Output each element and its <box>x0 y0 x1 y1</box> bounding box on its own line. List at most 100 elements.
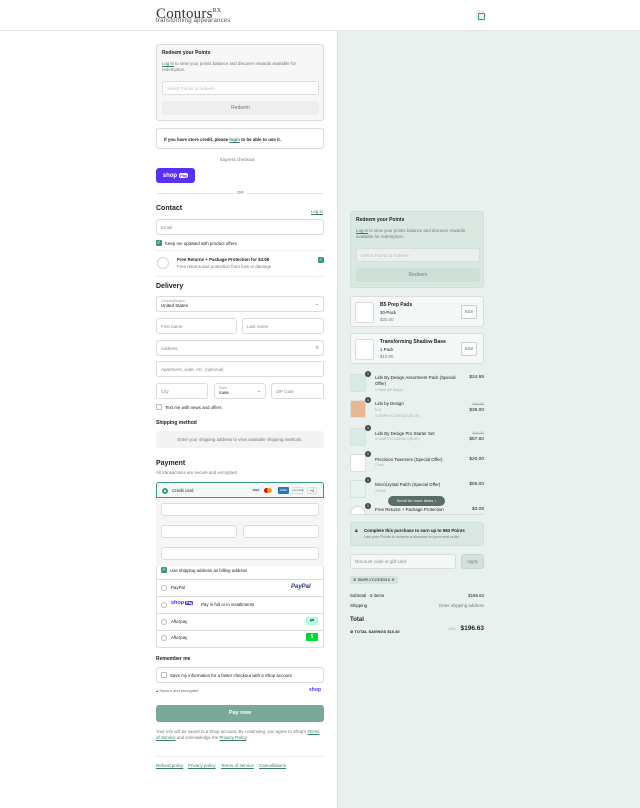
remember-me-checkbox[interactable] <box>161 672 167 678</box>
afterpay-cashapp-radio[interactable] <box>161 635 167 641</box>
text-me-checkbox[interactable] <box>156 404 162 410</box>
item-name: Lids by Design <box>375 401 404 406</box>
divider <box>350 514 484 515</box>
footer-refund-link[interactable]: Refund policy <box>156 763 183 768</box>
shop-pay-express-button[interactable]: shop Pay <box>156 168 195 183</box>
afterpay-icon: ⇄ <box>306 617 318 625</box>
city-field[interactable]: City <box>156 383 208 399</box>
redeem-title: Redeem your Points <box>162 50 211 56</box>
redeem-login-link[interactable]: Log in <box>162 61 174 66</box>
shop-pay-logo: shop Pay <box>171 600 194 606</box>
more-cards-badge: +4 <box>307 487 317 494</box>
quantity-badge: 1 <box>365 425 371 431</box>
upsell-price: $10.00 <box>380 354 394 359</box>
points-select[interactable]: Select Points to redeem <box>162 81 319 95</box>
points-banner-title: Complete this purchase to earn up to 983… <box>364 528 465 533</box>
discover-icon: DISCOVER <box>292 487 303 494</box>
item-name: Precision Tweezers (Special Offer) <box>375 457 443 462</box>
subtotal-label: Subtotal · 6 items <box>350 593 385 598</box>
afterpay-radio[interactable] <box>161 619 167 625</box>
size-button[interactable]: Size <box>461 342 477 356</box>
delivery-heading: Delivery <box>156 283 184 290</box>
chevron-down-icon: ⌄ <box>314 301 319 307</box>
item-price: $20.00 <box>469 457 484 462</box>
size-button[interactable]: Size <box>461 305 477 319</box>
item-name: Lids By Design Pro Starter Set <box>375 431 435 436</box>
footer-cancellations-link[interactable]: Cancellations <box>259 763 286 768</box>
paypal-label: PayPal <box>171 585 185 590</box>
afterpay-cashapp-label: Afterpay <box>171 635 188 640</box>
shipping-message: Enter your shipping address to view avai… <box>156 431 324 448</box>
points-banner: 🔒︎ Complete this purchase to earn up to … <box>350 522 484 546</box>
expiration-field[interactable] <box>161 525 237 538</box>
divider <box>156 613 324 614</box>
email-field[interactable]: Email <box>156 219 324 235</box>
payment-subtitle: All transactions are secure and encrypte… <box>156 470 239 475</box>
cash-app-icon: $ <box>306 633 318 641</box>
text-me-label: Text me with news and offers <box>165 405 222 410</box>
item-price: $36.00 <box>469 408 484 413</box>
item-price: $57.60 <box>469 437 484 442</box>
upsell-price: $20.00 <box>380 317 394 322</box>
afterpay-label: Afterpay <box>171 619 188 624</box>
billing-same-checkbox[interactable]: ✓ <box>161 567 167 573</box>
scroll-for-more-button[interactable]: Scroll for more items ↓ <box>388 496 445 506</box>
redeem-text: Log in to view your points balance and d… <box>162 61 296 72</box>
quantity-badge: 1 <box>365 371 371 377</box>
apartment-field[interactable]: Apartment, suite, etc. (optional) <box>156 361 324 377</box>
total-label: Total <box>350 617 364 623</box>
pay-now-button[interactable]: Pay now <box>156 705 324 722</box>
shop-pay-text: Pay in full or in installments <box>201 602 255 607</box>
store-credit-login-link[interactable]: login <box>229 137 240 142</box>
product-thumbnail <box>350 374 366 392</box>
remember-me-label: Save my information for a faster checkou… <box>170 673 292 678</box>
first-name-field[interactable]: First name <box>156 318 237 334</box>
last-name-field[interactable]: Last name <box>242 318 324 334</box>
shopping-bag-icon[interactable] <box>475 10 486 21</box>
remember-me-heading: Remember me <box>156 656 191 662</box>
keep-updated-label: Keep me updated with product offers <box>165 241 237 246</box>
address-field[interactable]: Address ⌕ <box>156 340 324 356</box>
credit-card-radio[interactable] <box>162 488 168 494</box>
security-code-field[interactable] <box>243 525 319 538</box>
lock-icon: 🔒︎ <box>156 688 159 693</box>
redeem-button[interactable]: Redeem <box>162 101 319 115</box>
card-number-field[interactable] <box>161 503 319 516</box>
upsell-variant: 30-Pack <box>380 310 397 315</box>
discount-code-field[interactable]: Discount code or gift card <box>350 554 456 569</box>
divider <box>156 630 324 631</box>
protection-checkbox[interactable]: ✓ <box>318 257 324 263</box>
credit-card-label: Credit card <box>172 488 194 493</box>
product-thumbnail <box>355 339 374 360</box>
credit-card-option[interactable]: Credit card VISA AMEX DISCOVER +4 <box>156 482 324 498</box>
order-summary-panel <box>337 31 640 808</box>
product-thumbnail <box>355 302 374 323</box>
redeem-login-link[interactable]: Log in <box>356 228 368 233</box>
zip-field[interactable]: ZIP code <box>271 383 324 399</box>
total-value: USD $196.63 <box>448 625 484 632</box>
keep-updated-checkbox[interactable]: ✓ <box>156 240 162 246</box>
store-credit-text: If you have store credit, please login t… <box>164 137 281 142</box>
shipping-method-heading: Shipping method <box>156 420 197 426</box>
points-select[interactable]: Select Points to redeem <box>356 248 480 262</box>
close-icon[interactable]: ✕ <box>391 577 394 582</box>
country-select[interactable]: Country/Region United States ⌄ <box>156 296 324 312</box>
footer-privacy-link[interactable]: Privacy policy <box>188 763 216 768</box>
paypal-radio[interactable] <box>161 585 167 591</box>
item-variant: N-S <box>375 408 382 412</box>
apply-button[interactable]: Apply <box>461 554 484 569</box>
contact-login-link[interactable]: Log in <box>311 209 323 214</box>
logo-tagline: transforming appearances <box>156 18 231 24</box>
name-on-card-field[interactable] <box>161 547 319 560</box>
disclaimer: Your info will be saved to a Shop accoun… <box>156 729 320 740</box>
subtotal-value: $196.63 <box>468 593 484 598</box>
redeem-text: Log in to view your points balance and d… <box>356 228 466 239</box>
quantity-badge: 1 <box>365 503 371 509</box>
protection-title: Free Returns + Package Protection for $3… <box>177 257 270 262</box>
privacy-link[interactable]: Privacy Policy <box>219 735 246 740</box>
footer-terms-link[interactable]: Terms of service <box>221 763 254 768</box>
shop-pay-radio[interactable] <box>161 602 167 608</box>
state-select[interactable]: State Iowa ⌄ <box>214 383 266 399</box>
redeem-button[interactable]: Redeem <box>356 268 480 282</box>
item-discount: ⊘ SIMPLYCODE510 ($4.00) <box>375 414 420 418</box>
